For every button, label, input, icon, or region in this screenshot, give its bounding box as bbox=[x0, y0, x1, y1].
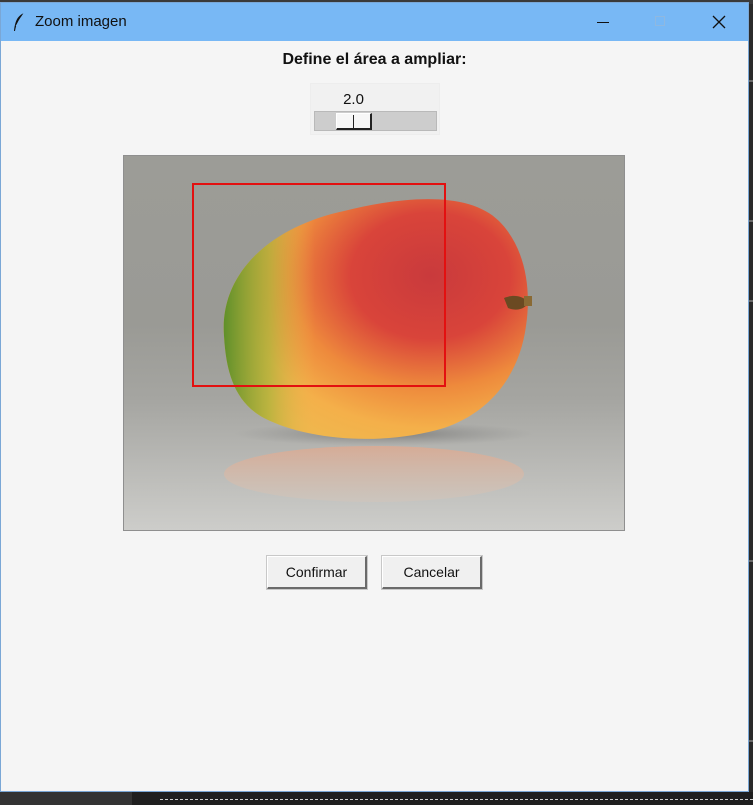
instruction-heading: Define el área a ampliar: bbox=[282, 51, 467, 68]
dashed-divider bbox=[160, 799, 753, 800]
cancel-button[interactable]: Cancelar bbox=[381, 555, 483, 590]
zoom-scale[interactable]: 2.0 bbox=[310, 83, 440, 135]
desktop-mark bbox=[749, 560, 753, 562]
desktop-taskbar-strip bbox=[0, 792, 753, 805]
desktop-panel bbox=[0, 792, 132, 805]
window-title: Zoom imagen bbox=[35, 13, 127, 30]
desktop-mark bbox=[749, 80, 753, 82]
zoom-scale-value: 2.0 bbox=[343, 91, 364, 108]
zoom-scale-handle[interactable] bbox=[336, 113, 372, 130]
zoom-dialog-window: Zoom imagen Define el área a ampliar: 2.… bbox=[0, 2, 749, 792]
maximize-button[interactable] bbox=[631, 3, 689, 41]
feather-icon bbox=[14, 12, 25, 31]
title-bar[interactable]: Zoom imagen bbox=[1, 3, 748, 41]
confirm-button[interactable]: Confirmar bbox=[266, 555, 368, 590]
desktop-background-right bbox=[749, 40, 753, 792]
desktop-mark bbox=[749, 300, 753, 302]
zoom-selection-rectangle[interactable] bbox=[192, 183, 446, 387]
close-button[interactable] bbox=[690, 3, 748, 41]
minimize-button[interactable] bbox=[573, 3, 631, 41]
zoom-scale-trough[interactable] bbox=[314, 111, 437, 131]
desktop-mark bbox=[749, 740, 753, 742]
desktop-mark bbox=[749, 220, 753, 222]
close-icon bbox=[712, 15, 726, 29]
image-canvas[interactable] bbox=[123, 155, 625, 531]
